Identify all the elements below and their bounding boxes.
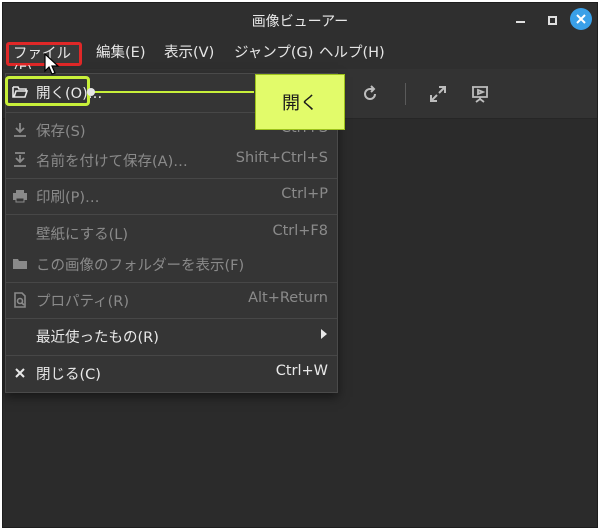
fullscreen-button[interactable] [427,83,449,105]
toolbar-separator [405,83,406,105]
image-viewer-window: 画像ビューアー ファイル(F) 編集(E) 表示(V) ジャンプ(G) ヘルプ(… [2,2,598,528]
save-as-label: 名前を付けて保存(A)… [36,154,188,170]
slideshow-button[interactable] [469,83,491,105]
menu-bar: ファイル(F) 編集(E) 表示(V) ジャンプ(G) ヘルプ(H) [3,37,597,80]
menu-item-close[interactable]: 閉じる(C) Ctrl+W [6,358,337,388]
show-folder-label: この画像のフォルダーを表示(F) [36,258,245,274]
callout-dot [87,88,95,96]
save-as-shortcut: Shift+Ctrl+S [235,150,328,166]
save-label: 保存(S) [36,124,86,140]
menu-item-properties[interactable]: プロパティ(R) Alt+Return [6,285,337,315]
rotate-right-icon [364,85,376,100]
print-shortcut: Ctrl+P [281,186,328,202]
rotate-right-button[interactable] [359,83,381,105]
recent-label: 最近使ったもの(R) [36,330,159,346]
save-as-icon [11,151,29,169]
title-bar: 画像ビューアー [3,3,597,37]
mouse-cursor-icon [44,53,60,75]
printer-icon [11,187,29,205]
close-shortcut: Ctrl+W [275,363,328,379]
window-title: 画像ビューアー [251,14,349,30]
slideshow-icon [472,86,488,103]
menu-item-wallpaper[interactable]: 壁紙にする(L) Ctrl+F8 [6,218,337,248]
menu-item-print[interactable]: 印刷(P)… Ctrl+P [6,181,337,211]
maximize-button[interactable] [541,9,563,31]
menu-separator [6,214,337,215]
menu-go[interactable]: ジャンプ(G) [228,42,319,66]
minimize-icon [515,21,525,23]
close-label: 閉じる(C) [36,367,101,383]
menu-separator [6,355,337,356]
properties-shortcut: Alt+Return [248,290,328,306]
wallpaper-shortcut: Ctrl+F8 [272,223,328,239]
callout-line [90,91,254,93]
menu-separator [6,318,337,319]
fullscreen-icon [430,86,446,102]
menu-item-save-as[interactable]: 名前を付けて保存(A)… Shift+Ctrl+S [6,145,337,175]
callout-label: 開く [255,74,345,130]
properties-label: プロパティ(R) [36,294,130,310]
menu-help[interactable]: ヘルプ(H) [313,42,391,66]
maximize-icon [547,15,557,25]
save-icon [11,121,29,139]
menu-edit[interactable]: 編集(E) [90,42,151,66]
submenu-arrow-icon [320,328,328,344]
close-icon [11,364,29,382]
menu-view[interactable]: 表示(V) [158,42,220,66]
close-icon [576,14,586,24]
close-window-button[interactable] [570,8,592,30]
menu-item-show-folder[interactable]: この画像のフォルダーを表示(F) [6,249,337,279]
print-label: 印刷(P)… [36,190,100,206]
minimize-button[interactable] [509,9,531,31]
wallpaper-label: 壁紙にする(L) [36,227,129,243]
menu-item-recent[interactable]: 最近使ったもの(R) [6,321,337,351]
menu-separator [6,178,337,179]
open-highlight-box [5,76,90,106]
folder-icon [11,255,29,273]
properties-icon [11,291,29,309]
menu-separator [6,282,337,283]
